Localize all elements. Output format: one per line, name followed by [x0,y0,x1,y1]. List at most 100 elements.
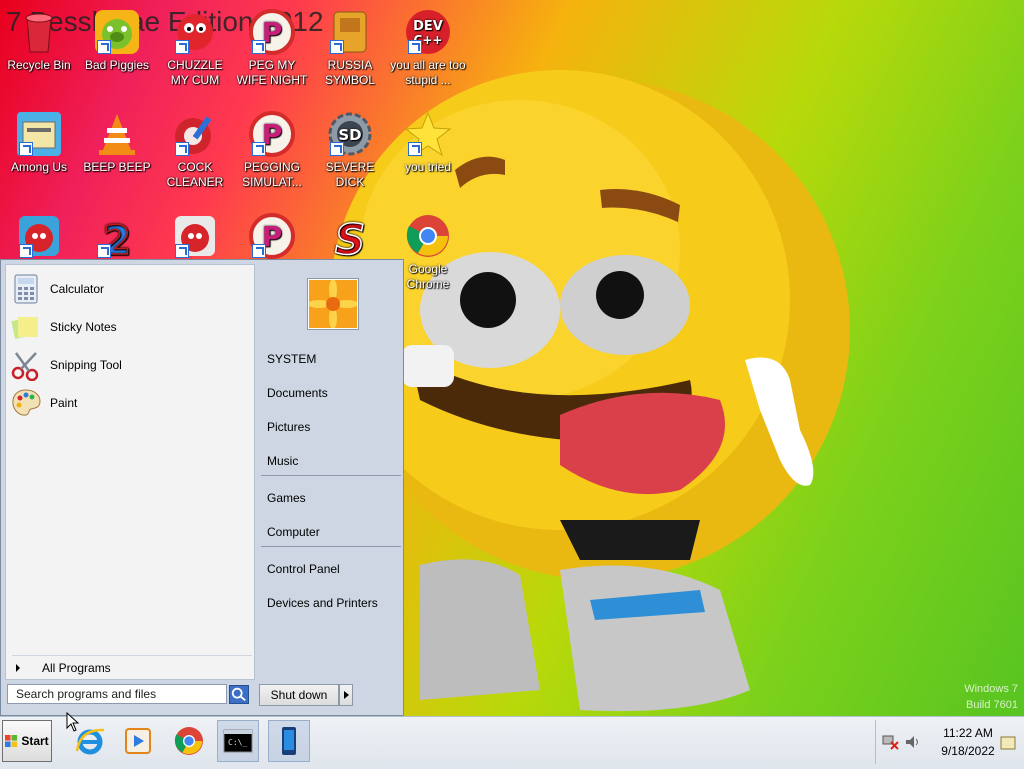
desktop-icon-peggle-3[interactable]: P [234,212,310,262]
desktop-icon-devcpp[interactable]: DEV C++ you all are too stupid ... [390,8,466,88]
shortcut-arrow-icon [175,142,189,156]
start-menu-item-label: Calculator [50,282,105,296]
desktop-icon-chuzzle[interactable]: CHUZZLE MY CUM [157,8,233,88]
scissors-icon [10,349,42,382]
windows-watermark-line2: Build 7601 [966,699,1018,711]
sd-gear-icon: SD [326,110,374,158]
svg-text:DEV: DEV [413,19,443,34]
chrome-icon [404,212,452,260]
start-menu-link-games[interactable]: Games [267,491,306,505]
start-menu-item-paint[interactable]: Paint [10,387,248,419]
shut-down-button[interactable]: Shut down [259,684,339,706]
desktop-icon-s-logo[interactable]: S [312,212,388,262]
start-menu-item-sticky-notes[interactable]: Sticky Notes [10,311,248,343]
desktop-icon-cock-cleaner[interactable]: COCK CLEANER [157,110,233,190]
peggle-icon: P [248,8,296,56]
action-center-flag-icon[interactable] [1000,736,1016,750]
network-disconnected-icon[interactable] [882,734,900,750]
shortcut-arrow-icon [252,142,266,156]
desktop-icon-bad-piggies[interactable]: Bad Piggies [79,8,155,73]
desktop-icon-label: BEEP BEEP [83,160,151,174]
volume-icon[interactable] [904,734,922,750]
svg-text:S: S [335,215,365,260]
star-icon [404,110,452,158]
start-menu-link-system[interactable]: SYSTEM [267,352,316,366]
desktop-icon-number-two[interactable]: 2 [79,212,155,262]
taskbar-chrome[interactable] [168,720,210,762]
start-button-label: Start [21,734,49,748]
shortcut-arrow-icon [252,244,266,258]
desktop-icon-russia-symbol[interactable]: RUSSIA SYMBOL [312,8,388,88]
peggle-icon: P [248,110,296,158]
peggle-icon: P [248,212,296,260]
desktop-icon-beep-beep[interactable]: BEEP BEEP [79,110,155,175]
desktop-icon-label: CHUZZLE MY CUM [167,58,223,87]
desktop-icon-angry-birds-2[interactable] [157,212,233,262]
clock-time[interactable]: 11:22 AM [938,726,998,740]
shortcut-arrow-icon [408,142,422,156]
desktop-icon-label: PEGGING SIMULAT... [242,160,302,189]
desktop-icon-label: SEVERE DICK [325,160,375,189]
start-menu-link-control-panel[interactable]: Control Panel [267,562,340,576]
among-us-icon [15,110,63,158]
desktop-icon-label: COCK CLEANER [166,160,224,189]
number-two-icon: 2 [93,212,141,260]
taskbar: Start C:\_ 11:22 AM 9/18/2022 [0,716,1024,769]
paint-palette-icon [10,387,42,419]
desktop-icon-among-us[interactable]: Among Us [1,110,77,175]
s-logo-icon: S [326,212,374,260]
start-menu-item-calculator[interactable]: Calculator [10,273,248,305]
chuzzle-icon [171,8,219,56]
search-icon[interactable] [229,685,249,704]
separator [261,475,401,476]
calculator-icon [10,273,42,305]
search-input[interactable]: Search programs and files [7,684,227,704]
shortcut-arrow-icon [97,244,111,258]
mouse-cursor-icon [66,712,80,732]
desktop-icon-label: Among Us [10,160,68,174]
start-menu: Calculator Sticky Notes Snipping Tool Pa… [0,259,404,716]
svg-text:C:\_: C:\_ [228,738,247,747]
desktop-icon-label: Bad Piggies [84,58,150,72]
desktop-icon-peg-my-wife[interactable]: P PEG MY WIFE NIGHT [234,8,310,88]
russia-symbol-icon [326,8,374,56]
arrow-right-icon [16,664,20,672]
shortcut-arrow-icon [97,40,111,54]
shortcut-arrow-icon [408,40,422,54]
media-player-icon [125,728,151,754]
shortcut-arrow-icon [19,244,33,258]
start-menu-item-label: Paint [50,396,78,410]
desktop-icon-pegging-simulator[interactable]: P PEGGING SIMULAT... [234,110,310,190]
start-menu-link-devices-and-printers[interactable]: Devices and Printers [267,596,378,610]
command-prompt-icon: C:\_ [223,729,253,753]
shortcut-arrow-icon [175,244,189,258]
start-menu-places-pane: SYSTEM Documents Pictures Music Games Co… [257,264,403,678]
bad-piggies-icon [93,8,141,56]
chrome-icon [174,727,203,755]
shortcut-arrow-icon [330,142,344,156]
desktop-icon-you-tried[interactable]: you tried [390,110,466,175]
taskbar-command-prompt[interactable]: C:\_ [217,720,259,762]
all-programs-button[interactable]: All Programs [12,655,252,680]
shortcut-arrow-icon [252,40,266,54]
desktop-icon-label: you all are too stupid ... [390,58,466,87]
windows-logo-icon [5,734,18,747]
desktop-icon-label: you tried [404,160,452,174]
desktop-icon-label: Google Chrome [406,262,450,291]
user-picture-avatar[interactable] [307,278,359,330]
start-menu-item-snipping-tool[interactable]: Snipping Tool [10,349,248,382]
desktop-icon-severe-dick[interactable]: SD SEVERE DICK [312,110,388,190]
shut-down-options-arrow-icon[interactable] [339,684,353,706]
taskbar-phone-app[interactable] [268,720,310,762]
start-menu-link-pictures[interactable]: Pictures [267,420,310,434]
clock-date[interactable]: 9/18/2022 [938,744,998,758]
desktop-icon-recycle-bin[interactable]: Recycle Bin [1,8,77,73]
desktop-icon-label: RUSSIA SYMBOL [324,58,375,87]
desktop-icon-angry-birds-1[interactable] [1,212,77,262]
start-menu-link-documents[interactable]: Documents [267,386,328,400]
start-button[interactable]: Start [2,720,52,762]
taskbar-media-player[interactable] [117,720,159,762]
start-menu-link-computer[interactable]: Computer [267,525,320,539]
start-menu-link-music[interactable]: Music [267,454,298,468]
recycle-bin-icon [15,8,63,56]
